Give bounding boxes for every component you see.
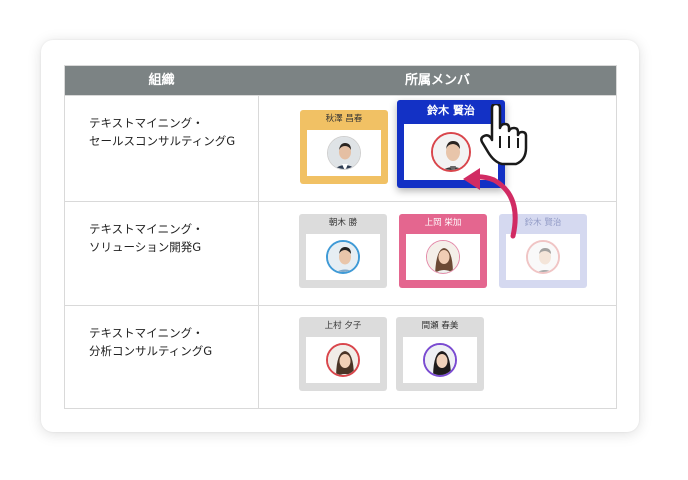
pointer-hand-icon xyxy=(480,104,528,166)
curved-arrow-icon xyxy=(463,168,518,239)
